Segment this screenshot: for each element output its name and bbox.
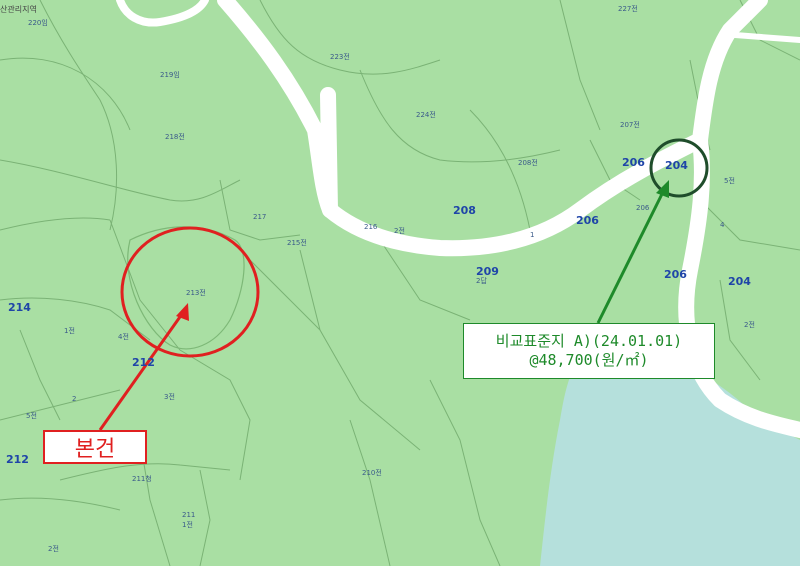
comparable-title: 비교표준지 A)(24.01.01)	[495, 331, 683, 350]
comparable-callout: 비교표준지 A)(24.01.01) @48,700(원/㎡)	[463, 323, 715, 379]
parcel-label: 217	[253, 213, 267, 221]
parcel-label: 210전	[362, 469, 382, 477]
parcel-label: 5전	[26, 412, 37, 420]
comparable-parcel-number: 204	[665, 159, 688, 172]
parcel-label: 216	[364, 223, 378, 231]
road-top-left	[116, 0, 209, 27]
parcel-number: 206	[622, 156, 645, 169]
parcel-number: 214	[8, 301, 31, 314]
parcel-label: 1전	[64, 327, 75, 335]
parcel-number: 206	[576, 214, 599, 227]
parcel-label: 1	[530, 231, 535, 239]
subject-label: 본건	[74, 437, 116, 462]
parcel-label: 4	[720, 221, 725, 229]
parcel-label: 219임	[160, 71, 180, 79]
parcel-label: 208전	[518, 159, 538, 167]
comparable-arrow-head	[656, 180, 669, 198]
parcel-label: 211청	[132, 475, 152, 483]
subject-callout: 본건	[43, 430, 147, 464]
road-top-right	[732, 32, 800, 43]
parcel-number: 212	[132, 356, 155, 369]
parcel-label: 4전	[118, 333, 129, 341]
parcel-number: 209	[476, 265, 499, 278]
region-label: 산관리지역	[0, 5, 37, 14]
road-main	[217, 0, 768, 257]
parcel-label: 207전	[620, 121, 640, 129]
parcel-number: 206	[664, 268, 687, 281]
parcel-label: 215전	[287, 239, 307, 247]
parcel-label: 224전	[416, 111, 436, 119]
parcel-label: 218전	[165, 133, 185, 141]
parcel-label: 227전	[618, 5, 638, 13]
parcel-label: 1전	[182, 521, 193, 529]
map-view[interactable]: 산관리지역 220임 219임 218전 217 215전 216 2전 1 2…	[0, 0, 800, 566]
parcel-label: 211	[182, 511, 196, 519]
parcel-number: 212	[6, 453, 29, 466]
parcel-label: 223전	[330, 53, 350, 61]
parcel-label-subject: 213전	[186, 289, 206, 297]
parcel-label: 2전	[744, 321, 755, 329]
parcel-label: 220임	[28, 19, 48, 27]
parcel-label: 2전	[48, 545, 59, 553]
parcel-label: 3전	[164, 393, 175, 401]
parcel-label: 5전	[724, 177, 735, 185]
water-body	[540, 352, 800, 566]
parcel-number: 208	[453, 204, 476, 217]
road-north	[320, 87, 338, 218]
map-canvas	[0, 0, 800, 566]
parcel-label: 206	[636, 204, 650, 212]
subject-arrow-line	[98, 313, 184, 431]
comparable-arrow-line	[596, 191, 665, 324]
parcel-label: 2답	[476, 277, 487, 285]
parcel-number: 204	[728, 275, 751, 288]
parcel-label: 2	[72, 395, 77, 403]
comparable-price: @48,700(원/㎡)	[529, 351, 649, 369]
parcel-label: 2전	[394, 227, 405, 235]
